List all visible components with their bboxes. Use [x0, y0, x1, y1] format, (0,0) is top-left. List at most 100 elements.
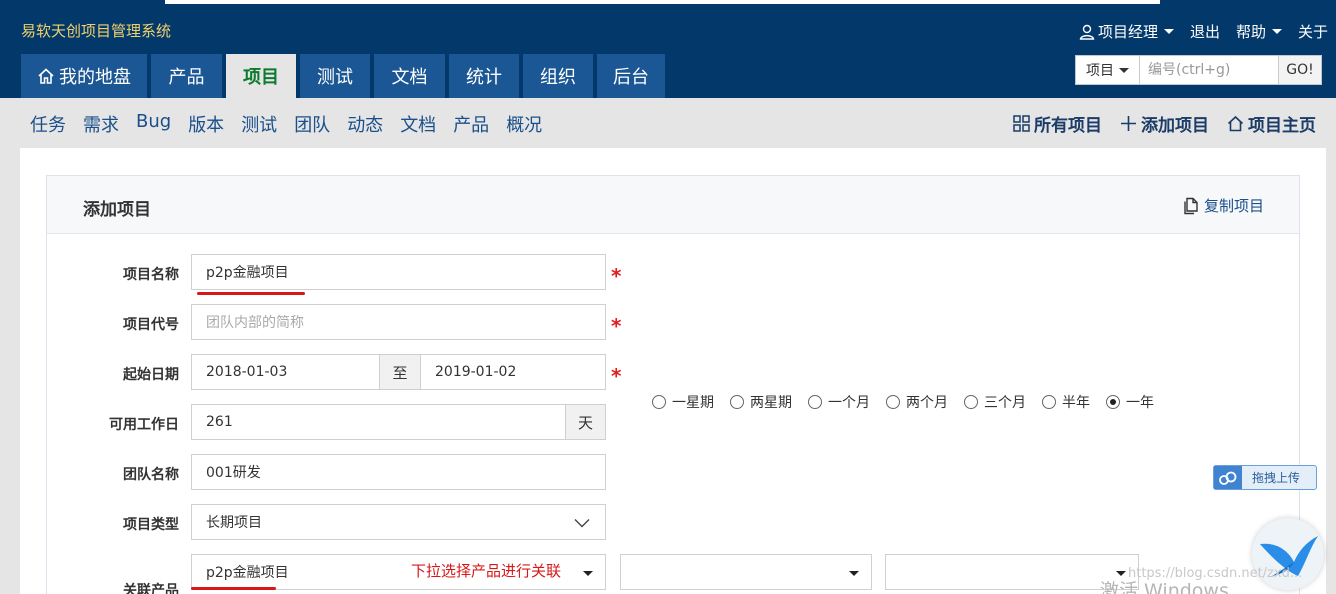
radio-circle	[730, 395, 744, 409]
radio-label: 一个月	[828, 395, 870, 411]
project-code-input[interactable]: 团队内部的简称	[191, 304, 606, 340]
home-icon	[38, 68, 54, 84]
radio-label: 一年	[1126, 395, 1154, 411]
content-area: 添加项目 复制项目 项目名称 p2p金融项目 * 项目代号 团队内部的简称 * …	[20, 148, 1326, 594]
subnav-item-build[interactable]: 版本	[188, 111, 224, 137]
sub-nav-items: 任务 需求 Bug 版本 测试 团队 动态 文档 产品 概况	[30, 111, 559, 137]
radio-half-year[interactable]: 半年	[1042, 392, 1090, 412]
project-type-select[interactable]: 长期项目	[191, 504, 606, 540]
drag-upload-button[interactable]: 拖拽上传	[1213, 465, 1317, 490]
required-marker: *	[611, 364, 622, 388]
subnav-item-product[interactable]: 产品	[453, 111, 489, 137]
red-annotation-underline	[197, 292, 305, 295]
work-days-unit: 天	[565, 404, 606, 440]
project-home-label: 项目主页	[1248, 116, 1316, 136]
user-icon	[1079, 24, 1095, 40]
panel-title: 添加项目	[83, 200, 151, 220]
project-type-label: 项目类型	[123, 517, 179, 533]
copy-project-link[interactable]: 复制项目	[1182, 195, 1264, 216]
user-bar: 项目经理 退出 帮助 关于	[1063, 21, 1328, 42]
project-name-input[interactable]: p2p金融项目	[191, 254, 606, 290]
chevron-down-icon	[574, 519, 590, 528]
home-icon	[1227, 115, 1244, 132]
project-type-value: 长期项目	[206, 515, 262, 531]
radio-label: 三个月	[984, 395, 1026, 411]
tab-product[interactable]: 产品	[151, 54, 222, 98]
subnav-item-team[interactable]: 团队	[294, 111, 330, 137]
radio-circle	[808, 395, 822, 409]
radio-one-year[interactable]: 一年	[1106, 392, 1154, 412]
sub-nav: 任务 需求 Bug 版本 测试 团队 动态 文档 产品 概况 所有项目 添加项目…	[0, 98, 1336, 148]
project-home-link[interactable]: 项目主页	[1227, 111, 1316, 136]
duration-radio-group: 一星期 两星期 一个月 两个月 三个月 半年 一年	[652, 392, 1170, 412]
caret-down-icon	[849, 571, 859, 576]
add-project-link[interactable]: 添加项目	[1120, 111, 1209, 136]
chevron-down-icon	[1119, 67, 1129, 73]
work-days-input[interactable]: 261	[191, 404, 566, 440]
team-name-label: 团队名称	[123, 467, 179, 483]
linked-product-value: p2p金融项目	[206, 565, 289, 581]
radio-three-months[interactable]: 三个月	[964, 392, 1026, 412]
radio-circle	[886, 395, 900, 409]
subnav-item-dynamic[interactable]: 动态	[347, 111, 383, 137]
radio-circle	[964, 395, 978, 409]
tab-org[interactable]: 组织	[523, 54, 593, 98]
grid-icon	[1013, 115, 1030, 132]
subnav-item-bug[interactable]: Bug	[136, 111, 171, 137]
subnav-item-doc[interactable]: 文档	[400, 111, 436, 137]
tab-doc[interactable]: 文档	[374, 54, 445, 98]
tab-admin[interactable]: 后台	[597, 54, 665, 98]
tab-test[interactable]: 测试	[300, 54, 370, 98]
plus-icon	[1121, 116, 1136, 131]
radio-one-week[interactable]: 一星期	[652, 392, 714, 412]
red-annotation-underline	[191, 587, 276, 590]
caret-down-icon	[583, 571, 593, 576]
linked-product-select-2[interactable]	[620, 554, 872, 590]
top-header: 易软天创项目管理系统 项目经理 退出 帮助 关于 我的地盘 产品 项目 测试 文…	[0, 0, 1336, 98]
project-code-label: 项目代号	[123, 317, 179, 333]
subnav-item-task[interactable]: 任务	[30, 111, 66, 137]
role-label: 项目经理	[1097, 23, 1158, 41]
top-divider	[165, 0, 1160, 4]
search-input[interactable]	[1140, 56, 1278, 84]
tab-label: 我的地盘	[59, 67, 131, 88]
search-scope-label: 项目	[1086, 63, 1114, 79]
radio-one-month[interactable]: 一个月	[808, 392, 870, 412]
role-menu[interactable]: 项目经理	[1079, 21, 1174, 42]
radio-label: 一星期	[672, 395, 714, 411]
windows-activation-watermark: 激活 Windows	[1100, 580, 1229, 594]
tab-stats[interactable]: 统计	[449, 54, 519, 98]
subnav-item-story[interactable]: 需求	[83, 111, 119, 137]
logout-link[interactable]: 退出	[1190, 21, 1220, 42]
subnav-item-test[interactable]: 测试	[241, 111, 277, 137]
search-go-button[interactable]: GO!	[1278, 56, 1321, 84]
radio-two-months[interactable]: 两个月	[886, 392, 948, 412]
linked-products-label: 关联产品	[123, 583, 179, 594]
tab-project[interactable]: 项目	[226, 54, 296, 98]
search-scope-select[interactable]: 项目	[1076, 56, 1140, 84]
cloud-icon	[1214, 466, 1242, 489]
about-link[interactable]: 关于	[1298, 21, 1328, 42]
upload-label: 拖拽上传	[1252, 471, 1301, 485]
main-nav: 我的地盘 产品 项目 测试 文档 统计 组织 后台	[21, 54, 669, 98]
all-projects-link[interactable]: 所有项目	[1013, 111, 1102, 136]
required-marker: *	[611, 314, 622, 338]
subnav-item-overview[interactable]: 概况	[506, 111, 542, 137]
chevron-down-icon	[1163, 29, 1174, 34]
radio-circle-checked	[1106, 395, 1120, 409]
team-name-input[interactable]: 001研发	[191, 454, 606, 490]
all-projects-label: 所有项目	[1034, 116, 1102, 136]
copy-project-label: 复制项目	[1203, 197, 1264, 215]
begin-date-input[interactable]: 2018-01-03	[191, 354, 380, 390]
project-name-label: 项目名称	[123, 267, 179, 283]
sub-nav-actions: 所有项目 添加项目 项目主页	[995, 111, 1316, 136]
help-menu[interactable]: 帮助	[1236, 21, 1282, 42]
add-project-panel: 添加项目 复制项目 项目名称 p2p金融项目 * 项目代号 团队内部的简称 * …	[46, 175, 1300, 594]
radio-two-weeks[interactable]: 两星期	[730, 392, 792, 412]
radio-label: 半年	[1062, 395, 1090, 411]
search-box: 项目 GO!	[1075, 55, 1322, 85]
end-date-input[interactable]: 2019-01-02	[420, 354, 606, 390]
help-label: 帮助	[1235, 23, 1266, 41]
start-date-label: 起始日期	[123, 367, 179, 383]
tab-my-dashboard[interactable]: 我的地盘	[21, 54, 147, 98]
